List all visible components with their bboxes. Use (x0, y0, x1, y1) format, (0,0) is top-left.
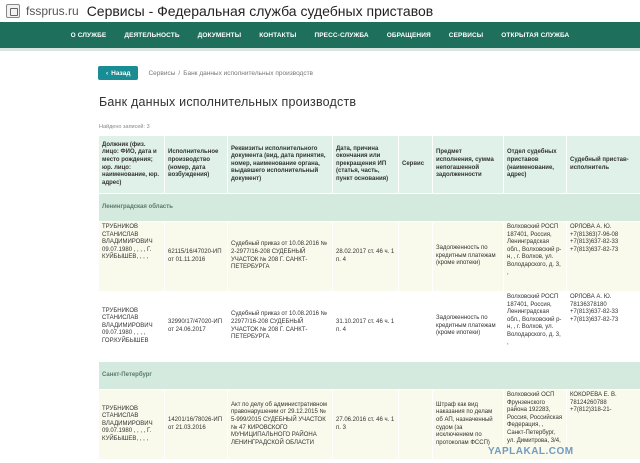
header-osp: Отдел судебных приставов (наименование, … (503, 135, 567, 194)
nav-item-documents[interactable]: ДОКУМЕНТЫ (189, 32, 251, 39)
cell-end-date: 28.02.2017 ст. 46 ч. 1 п. 4 (332, 221, 399, 292)
chevron-left-icon: ‹ (106, 69, 109, 77)
header-service: Сервис (398, 135, 433, 194)
results-table: Должник (физ. лицо: ФИО, дата и место ро… (98, 135, 640, 460)
cell-service[interactable] (398, 221, 433, 292)
breadcrumb-item-services[interactable]: Сервисы (148, 70, 175, 77)
cell-document: Судебный приказ от 10.08.2016 № 2-2977/1… (227, 221, 333, 292)
cell-debtor: ТРУБНИКОВ СТАНИСЛАВ ВЛАДИМИРОВИЧ 09.07.1… (98, 221, 165, 292)
header-subject: Предмет исполнения, сумма непогашенной з… (432, 135, 504, 194)
cell-osp: Волховский РОСП 187401, Россия, Ленингра… (503, 221, 567, 292)
records-found: Найдено записей: 3 (99, 124, 150, 130)
nav-item-services[interactable]: СЕРВИСЫ (440, 32, 493, 39)
cell-document: Судебный приказ от 10.08.2016 № 22977/16… (227, 291, 333, 362)
breadcrumb-separator: / (178, 69, 181, 77)
table-row: ТРУБНИКОВ СТАНИСЛАВ ВЛАДИМИРОВИЧ 09.07.1… (98, 291, 640, 362)
nav-item-appeals[interactable]: ОБРАЩЕНИЯ (378, 32, 440, 39)
cell-subject: Задолженность по кредитным платежам (кро… (432, 291, 504, 362)
page-title: Банк данных исполнительных производств (99, 95, 357, 109)
window-title: Сервисы - Федеральная служба судебных пр… (86, 3, 434, 19)
cell-bailiff: ОРЛОВА А. Ю. +7(81363)7-96-08 +7(813)637… (566, 221, 640, 292)
breadcrumb-item-current: Банк данных исполнительных производств (183, 69, 314, 77)
nav-item-activity[interactable]: ДЕЯТЕЛЬНОСТЬ (115, 32, 188, 39)
cell-end-date: 31.10.2017 ст. 46 ч. 1 п. 4 (332, 291, 399, 362)
cell-debtor: ТРУБНИКОВ СТАНИСЛАВ ВЛАДИМИРОВИЧ 09.07.1… (98, 389, 165, 460)
cell-ip: 14201/16/78026-ИП от 21.03.2016 (164, 389, 228, 460)
nav-item-about[interactable]: О СЛУЖБЕ (62, 32, 116, 39)
region-label: Санкт-Петербург (98, 361, 640, 390)
back-button-label: Назад (111, 69, 131, 77)
tab-favicon-icon (6, 4, 20, 18)
cell-service[interactable] (398, 389, 433, 460)
table-row: ТРУБНИКОВ СТАНИСЛАВ ВЛАДИМИРОВИЧ 09.07.1… (98, 221, 640, 292)
window-domain: fssprus.ru (26, 4, 79, 18)
cell-bailiff: ОРЛОВА А. Ю. 78136378180 +7(813)637-82-3… (566, 291, 640, 362)
nav-item-press[interactable]: ПРЕСС-СЛУЖБА (305, 32, 377, 39)
header-end-date: Дата, причина окончания или прекращения … (332, 135, 399, 194)
cell-ip: 32990/17/47020-ИП от 24.06.2017 (164, 291, 228, 362)
cell-bailiff: КОКОРЕВА Е. В. 78124260788 +7(812)318-21… (566, 389, 640, 460)
nav-divider (0, 48, 640, 51)
cell-debtor: ТРУБНИКОВ СТАНИСЛАВ ВЛАДИМИРОВИЧ 09.07.1… (98, 291, 165, 362)
cell-subject: Задолженность по кредитным платежам (кро… (432, 221, 504, 292)
back-button[interactable]: ‹ Назад (98, 66, 139, 80)
cell-end-date: 27.06.2016 ст. 46 ч. 1 п. 3 (332, 389, 399, 460)
table-header-row: Должник (физ. лицо: ФИО, дата и место ро… (98, 135, 640, 194)
nav-item-contacts[interactable]: КОНТАКТЫ (250, 32, 305, 39)
header-document: Реквизиты исполнительного документа (вид… (227, 135, 333, 194)
breadcrumb: ‹ Назад Сервисы / Банк данных исполнител… (98, 66, 313, 80)
watermark-logo: YAPLAKAL.COM (488, 446, 574, 457)
region-row: Санкт-Петербург (98, 361, 640, 390)
cell-osp: Волховский РОСП 187401, Россия, Ленингра… (503, 291, 567, 362)
header-debtor: Должник (физ. лицо: ФИО, дата и место ро… (98, 135, 165, 194)
region-row: Ленинградская область (98, 193, 640, 222)
cell-service[interactable] (398, 291, 433, 362)
header-bailiff: Судебный пристав-исполнитель (566, 135, 640, 194)
cell-document: Акт по делу об административном правонар… (227, 389, 333, 460)
nav-item-open-service[interactable]: ОТКРЫТАЯ СЛУЖБА (492, 32, 578, 39)
region-label: Ленинградская область (98, 193, 640, 222)
window-titlebar: fssprus.ru Сервисы - Федеральная служба … (0, 0, 640, 22)
header-ip: Исполнительное производство (номер, дата… (164, 135, 228, 194)
main-nav: О СЛУЖБЕ ДЕЯТЕЛЬНОСТЬ ДОКУМЕНТЫ КОНТАКТЫ… (0, 22, 640, 48)
cell-ip: 62115/16/47020-ИП от 01.11.2016 (164, 221, 228, 292)
